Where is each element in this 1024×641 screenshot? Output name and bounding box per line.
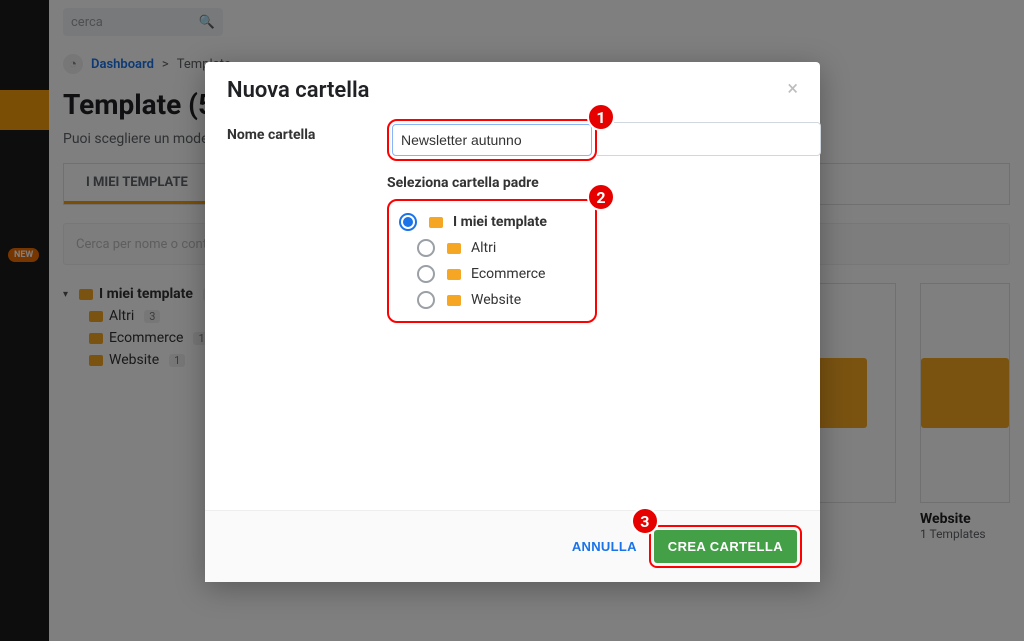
annotation-box-2: 2 I miei template Altri Ecommerce	[387, 199, 597, 323]
radio-selected[interactable]	[399, 213, 417, 231]
annotation-badge-1: 1	[587, 103, 615, 131]
annotation-badge-2: 2	[587, 183, 615, 211]
parent-folder-option[interactable]: Website	[397, 287, 587, 313]
field-label-name: Nome cartella	[227, 119, 357, 510]
radio-unselected[interactable]	[417, 291, 435, 309]
parent-folder-label: Website	[471, 292, 521, 308]
radio-unselected[interactable]	[417, 239, 435, 257]
annotation-box-1: 1	[387, 119, 597, 161]
parent-folder-label: I miei template	[453, 214, 547, 230]
parent-folder-label: Ecommerce	[471, 266, 545, 282]
annotation-box-3: 3 CREA CARTELLA	[649, 525, 802, 568]
parent-folder-option[interactable]: Altri	[397, 235, 587, 261]
folder-icon	[429, 217, 443, 228]
folder-name-input-ext[interactable]	[597, 122, 821, 156]
close-icon[interactable]: ×	[787, 78, 798, 98]
create-folder-button[interactable]: CREA CARTELLA	[654, 530, 797, 563]
folder-icon	[447, 269, 461, 280]
modal-title: Nuova cartella	[227, 78, 370, 103]
folder-icon	[447, 243, 461, 254]
new-folder-modal: Nuova cartella × Nome cartella 1 Selezio…	[205, 62, 820, 582]
annotation-badge-3: 3	[631, 507, 659, 535]
parent-folder-option[interactable]: Ecommerce	[397, 261, 587, 287]
radio-unselected[interactable]	[417, 265, 435, 283]
parent-folder-option[interactable]: I miei template	[397, 209, 587, 235]
cancel-button[interactable]: ANNULLA	[572, 539, 637, 554]
folder-name-input[interactable]	[392, 124, 592, 156]
parent-folder-label: Altri	[471, 240, 496, 256]
folder-icon	[447, 295, 461, 306]
